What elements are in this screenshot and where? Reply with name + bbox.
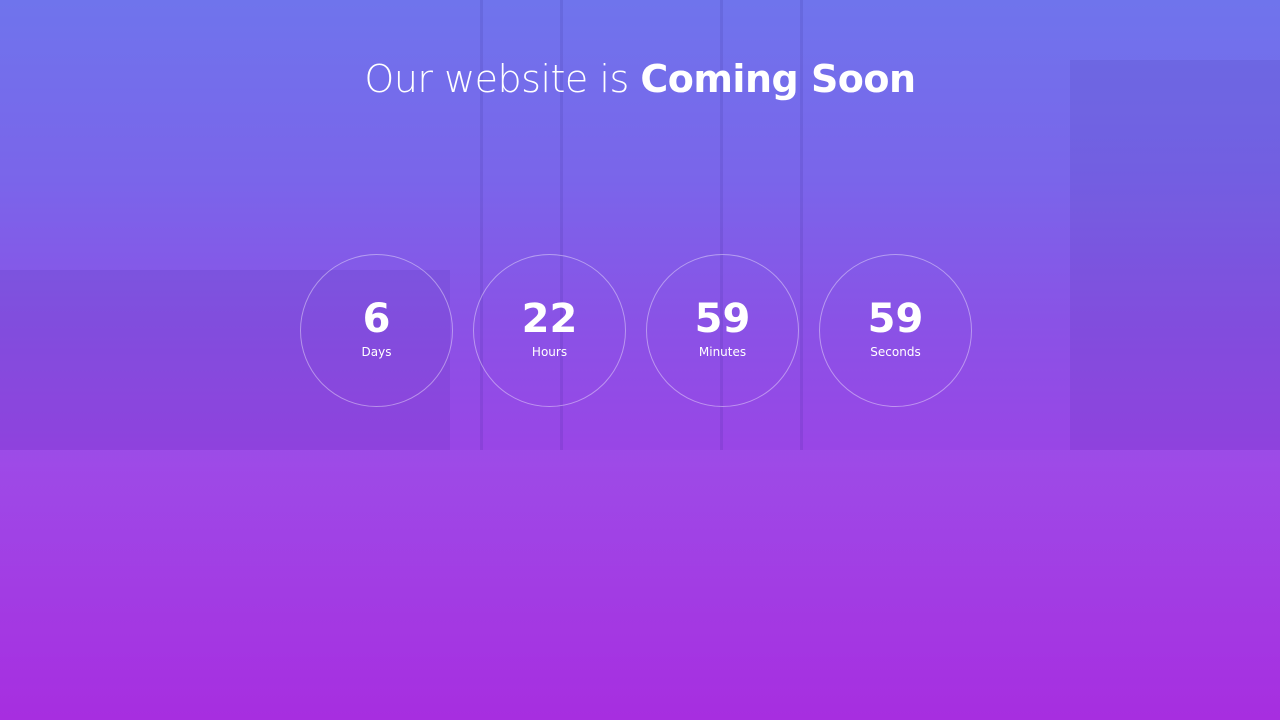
countdown-hours: 22 Hours	[473, 254, 626, 407]
countdown-seconds: 59 Seconds	[819, 254, 972, 407]
countdown-minutes-label: Minutes	[698, 344, 747, 359]
page-title: Our website is Coming Soon	[0, 53, 1280, 105]
countdown-days-value: 6	[362, 295, 391, 342]
countdown-minutes-value: 59	[694, 295, 751, 342]
countdown-days-label: Days	[361, 344, 392, 359]
title-prefix: Our website is	[364, 57, 629, 102]
countdown-seconds-value: 59	[867, 295, 924, 342]
countdown-seconds-label: Seconds	[870, 344, 921, 359]
background-floor	[0, 450, 1280, 720]
countdown-minutes: 59 Minutes	[646, 254, 799, 407]
countdown-timer: 6 Days 22 Hours 59 Minutes 59 Seconds	[300, 254, 980, 410]
title-highlight: Coming Soon	[640, 57, 916, 102]
countdown-hours-value: 22	[521, 295, 578, 342]
countdown-days: 6 Days	[300, 254, 453, 407]
countdown-hours-label: Hours	[531, 344, 568, 359]
background-cabinet	[1070, 60, 1280, 450]
